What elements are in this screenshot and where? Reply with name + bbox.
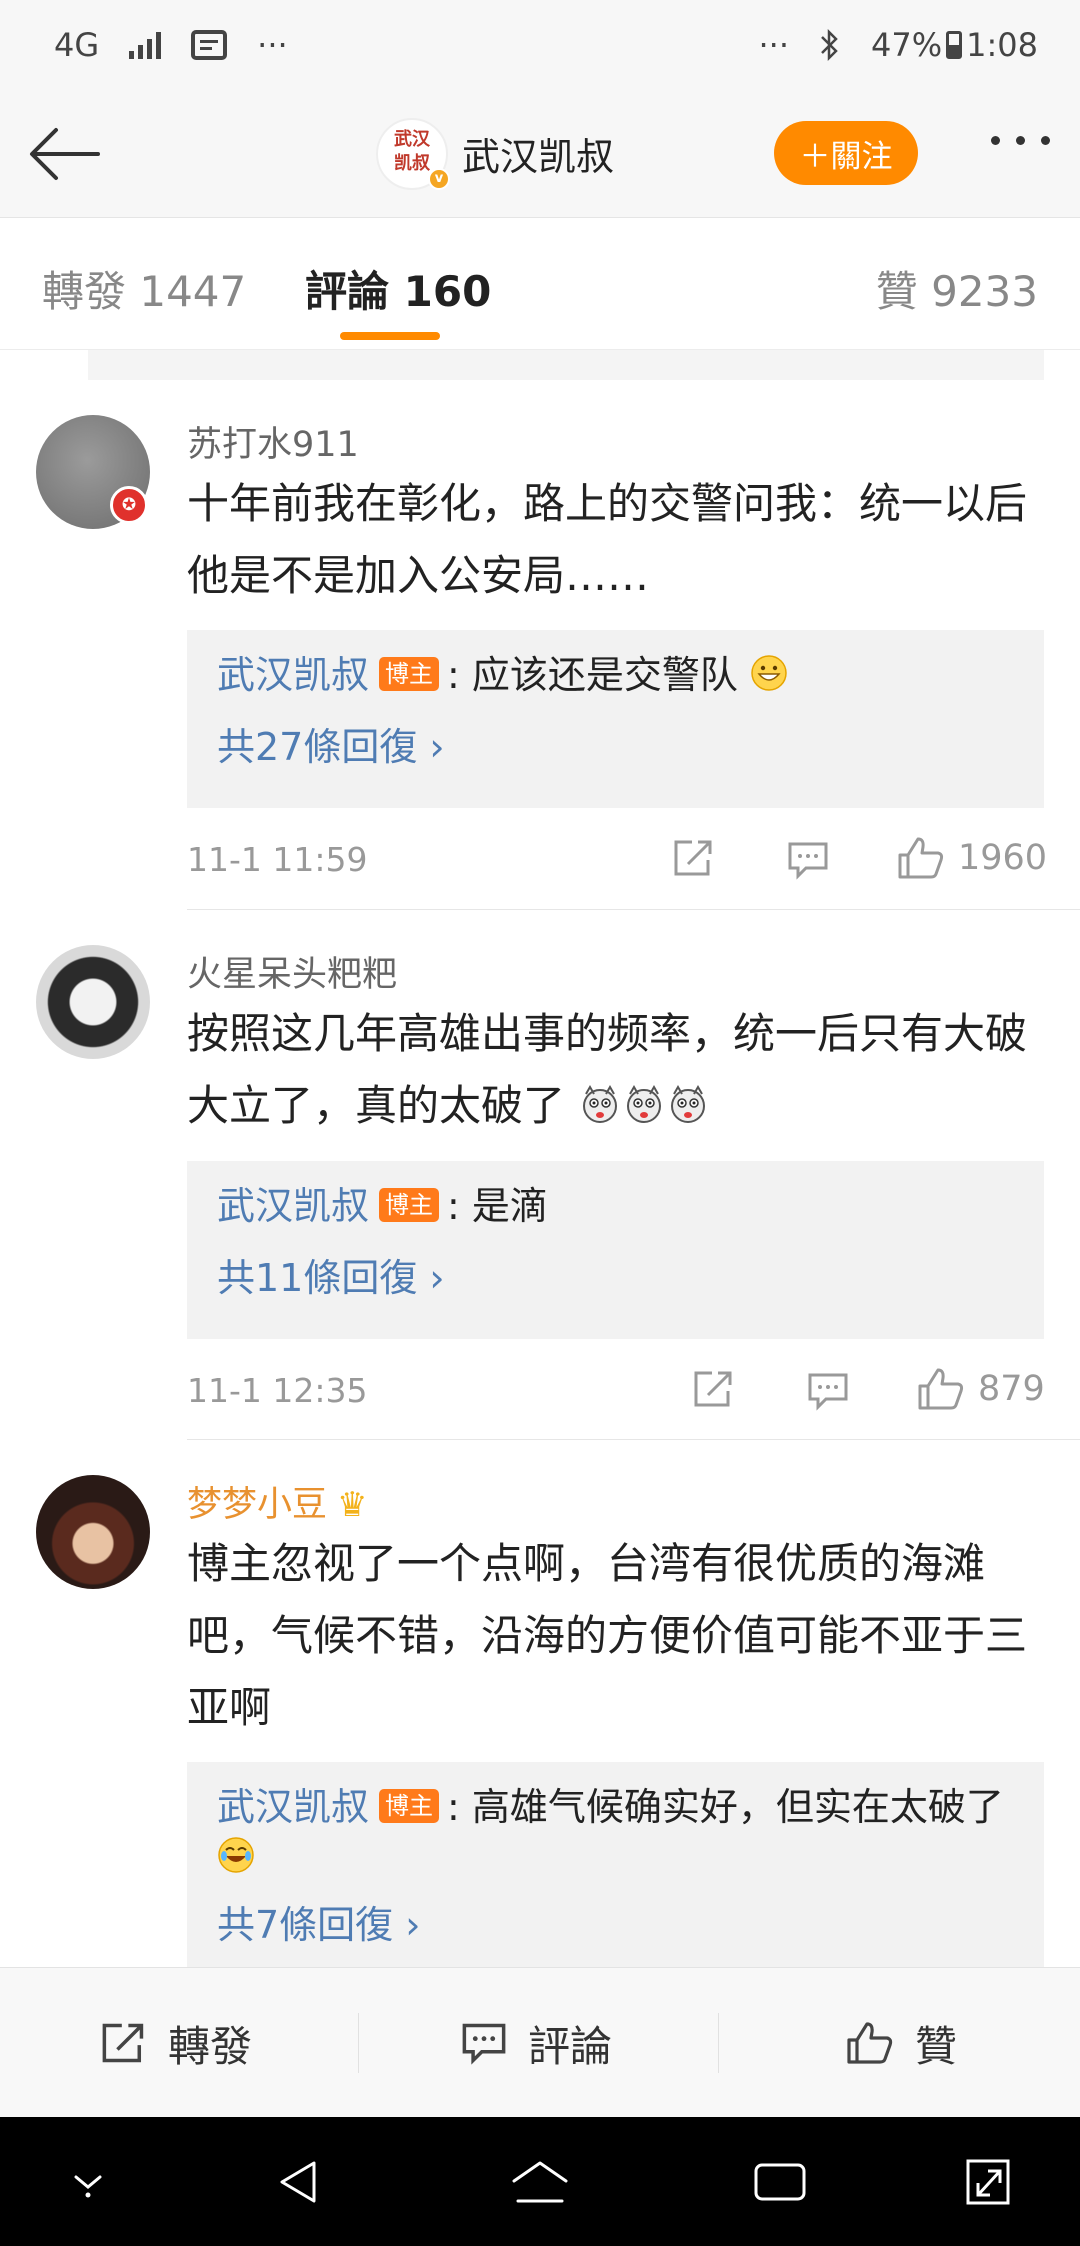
owner-tag: 博主 xyxy=(379,1188,440,1222)
comment-icon[interactable] xyxy=(806,1371,850,1411)
status-more-right: ··· xyxy=(758,26,790,64)
like-button[interactable]: 1960 xyxy=(896,835,1047,881)
reply-count-link[interactable]: 共11條回復 › xyxy=(217,1253,1014,1303)
divider xyxy=(187,1439,1080,1440)
thumbs-up-icon xyxy=(918,1368,964,1410)
comment-text: 博主忽视了一个点啊，台湾有很优质的海滩吧，气候不错，沿海的方便价值可能不亚于三亚… xyxy=(187,1539,1028,1732)
status-more-left: ··· xyxy=(257,26,288,64)
grin-emoji-icon xyxy=(751,655,787,691)
home-icon[interactable] xyxy=(510,2157,570,2207)
like-count: 879 xyxy=(978,1369,1045,1409)
follow-button[interactable]: ＋關注 xyxy=(774,121,918,185)
repost-label: 轉發 xyxy=(168,2021,253,2071)
clock: 1:08 xyxy=(966,26,1038,64)
thumbs-up-icon xyxy=(898,837,944,879)
repost-button[interactable]: 轉發 xyxy=(100,1968,252,2118)
message-icon xyxy=(191,30,228,60)
reply-preview[interactable]: 武汉凯叔 博主: 应该还是交警队 共27條回復 › xyxy=(187,630,1044,808)
owner-tag: 博主 xyxy=(379,1789,440,1823)
like-count: 1960 xyxy=(958,838,1048,878)
comment-username[interactable]: 火星呆头粑粑 xyxy=(187,946,397,997)
share-icon[interactable] xyxy=(672,838,716,878)
tab-likes[interactable]: 贊 9233 xyxy=(876,258,1038,319)
more-dots-icon[interactable] xyxy=(991,136,1050,145)
owner-tag: 博主 xyxy=(379,657,440,691)
reply-author[interactable]: 武汉凯叔 xyxy=(217,1184,369,1228)
like-button[interactable]: 879 xyxy=(916,1366,1045,1412)
member-badge-icon: ✪ xyxy=(110,486,148,524)
divider xyxy=(718,2013,719,2073)
status-bar: 4G ··· ··· 47% 1:08 xyxy=(0,0,1080,90)
comment-username[interactable]: 苏打水911 xyxy=(187,416,359,467)
tab-reposts[interactable]: 轉發 1447 xyxy=(42,258,246,319)
comment-text: 十年前我在彰化，路上的交警问我：统一以后他是不是加入公安局…… xyxy=(187,479,1028,600)
doge-emoji-icon xyxy=(583,1084,618,1123)
back-arrow-icon[interactable] xyxy=(26,122,106,186)
expand-icon[interactable] xyxy=(958,2157,1018,2207)
comment-text: 按照这几年高雄出事的频率，统一后只有大破大立了，真的太破了 xyxy=(187,998,1047,1142)
comment-username[interactable]: 梦梦小豆 ♛ xyxy=(187,1476,368,1527)
avatar[interactable] xyxy=(36,945,150,1059)
reply-text: : 高雄气候确实好，但实在太破了 xyxy=(447,1785,1004,1829)
verified-badge-icon: v xyxy=(427,167,450,190)
back-triangle-icon[interactable] xyxy=(270,2157,330,2207)
comment-label: 評論 xyxy=(528,2021,613,2071)
reply-preview[interactable]: 武汉凯叔 博主: 高雄气候确实好，但实在太破了 共7條回復 › xyxy=(187,1762,1044,1972)
active-tab-indicator xyxy=(340,332,440,340)
doge-emoji-icon xyxy=(671,1084,706,1123)
signal-icon xyxy=(129,31,162,59)
avatar-seal-logo: 武汉 凯叔 xyxy=(393,128,430,174)
reply-preview[interactable]: 武汉凯叔 博主: 是滴 共11條回復 › xyxy=(187,1161,1044,1339)
comment-button[interactable]: 評論 xyxy=(460,1968,612,2118)
comment-timestamp: 11-1 11:59 xyxy=(187,840,368,879)
reply-text: : 应该还是交警队 xyxy=(447,653,738,697)
like-button[interactable]: 贊 xyxy=(845,1968,957,2118)
battery-icon xyxy=(946,31,963,59)
bottom-action-bar: 轉發 評論 贊 xyxy=(0,1967,1080,2117)
share-icon xyxy=(102,2023,144,2063)
battery-percent: 47% xyxy=(871,26,943,64)
divider xyxy=(187,909,1080,910)
network-indicator: 4G xyxy=(54,26,100,64)
bluetooth-icon xyxy=(821,28,838,62)
share-icon[interactable] xyxy=(692,1369,736,1409)
reply-count-link[interactable]: 共27條回復 › xyxy=(217,722,1014,772)
recent-apps-icon[interactable] xyxy=(750,2157,810,2207)
reply-count-link[interactable]: 共7條回復 › xyxy=(217,1900,1014,1950)
reply-author[interactable]: 武汉凯叔 xyxy=(217,1785,369,1829)
chevron-down-icon[interactable] xyxy=(58,2157,118,2207)
vip-crown-icon: ♛ xyxy=(337,1485,368,1525)
like-label: 贊 xyxy=(915,2021,958,2071)
page-title: 武汉凯叔 xyxy=(461,135,614,179)
reply-text: : 是滴 xyxy=(447,1184,548,1228)
reply-author[interactable]: 武汉凯叔 xyxy=(217,653,369,697)
divider xyxy=(358,2013,359,2073)
tab-comments[interactable]: 評論 160 xyxy=(305,258,491,319)
tab-bar: 轉發 1447 評論 160 贊 9233 xyxy=(0,218,1080,350)
profile-header[interactable]: 武汉 凯叔 v 武汉凯叔 xyxy=(375,117,614,190)
thumbs-up-icon xyxy=(847,2022,893,2064)
comment-icon xyxy=(462,2023,506,2065)
comment-icon[interactable] xyxy=(786,840,830,880)
avatar[interactable]: 武汉 凯叔 v xyxy=(375,117,450,190)
system-nav-bar xyxy=(0,2117,1080,2246)
comment-timestamp: 11-1 12:35 xyxy=(187,1371,368,1410)
previous-item-edge xyxy=(88,350,1044,380)
top-nav-bar: 武汉 凯叔 v 武汉凯叔 ＋關注 xyxy=(0,90,1080,218)
comment-username-text[interactable]: 梦梦小豆 xyxy=(187,1485,327,1525)
doge-emoji-icon xyxy=(627,1084,662,1123)
laugh-tears-emoji-icon xyxy=(218,1837,254,1873)
avatar[interactable] xyxy=(36,1475,150,1589)
